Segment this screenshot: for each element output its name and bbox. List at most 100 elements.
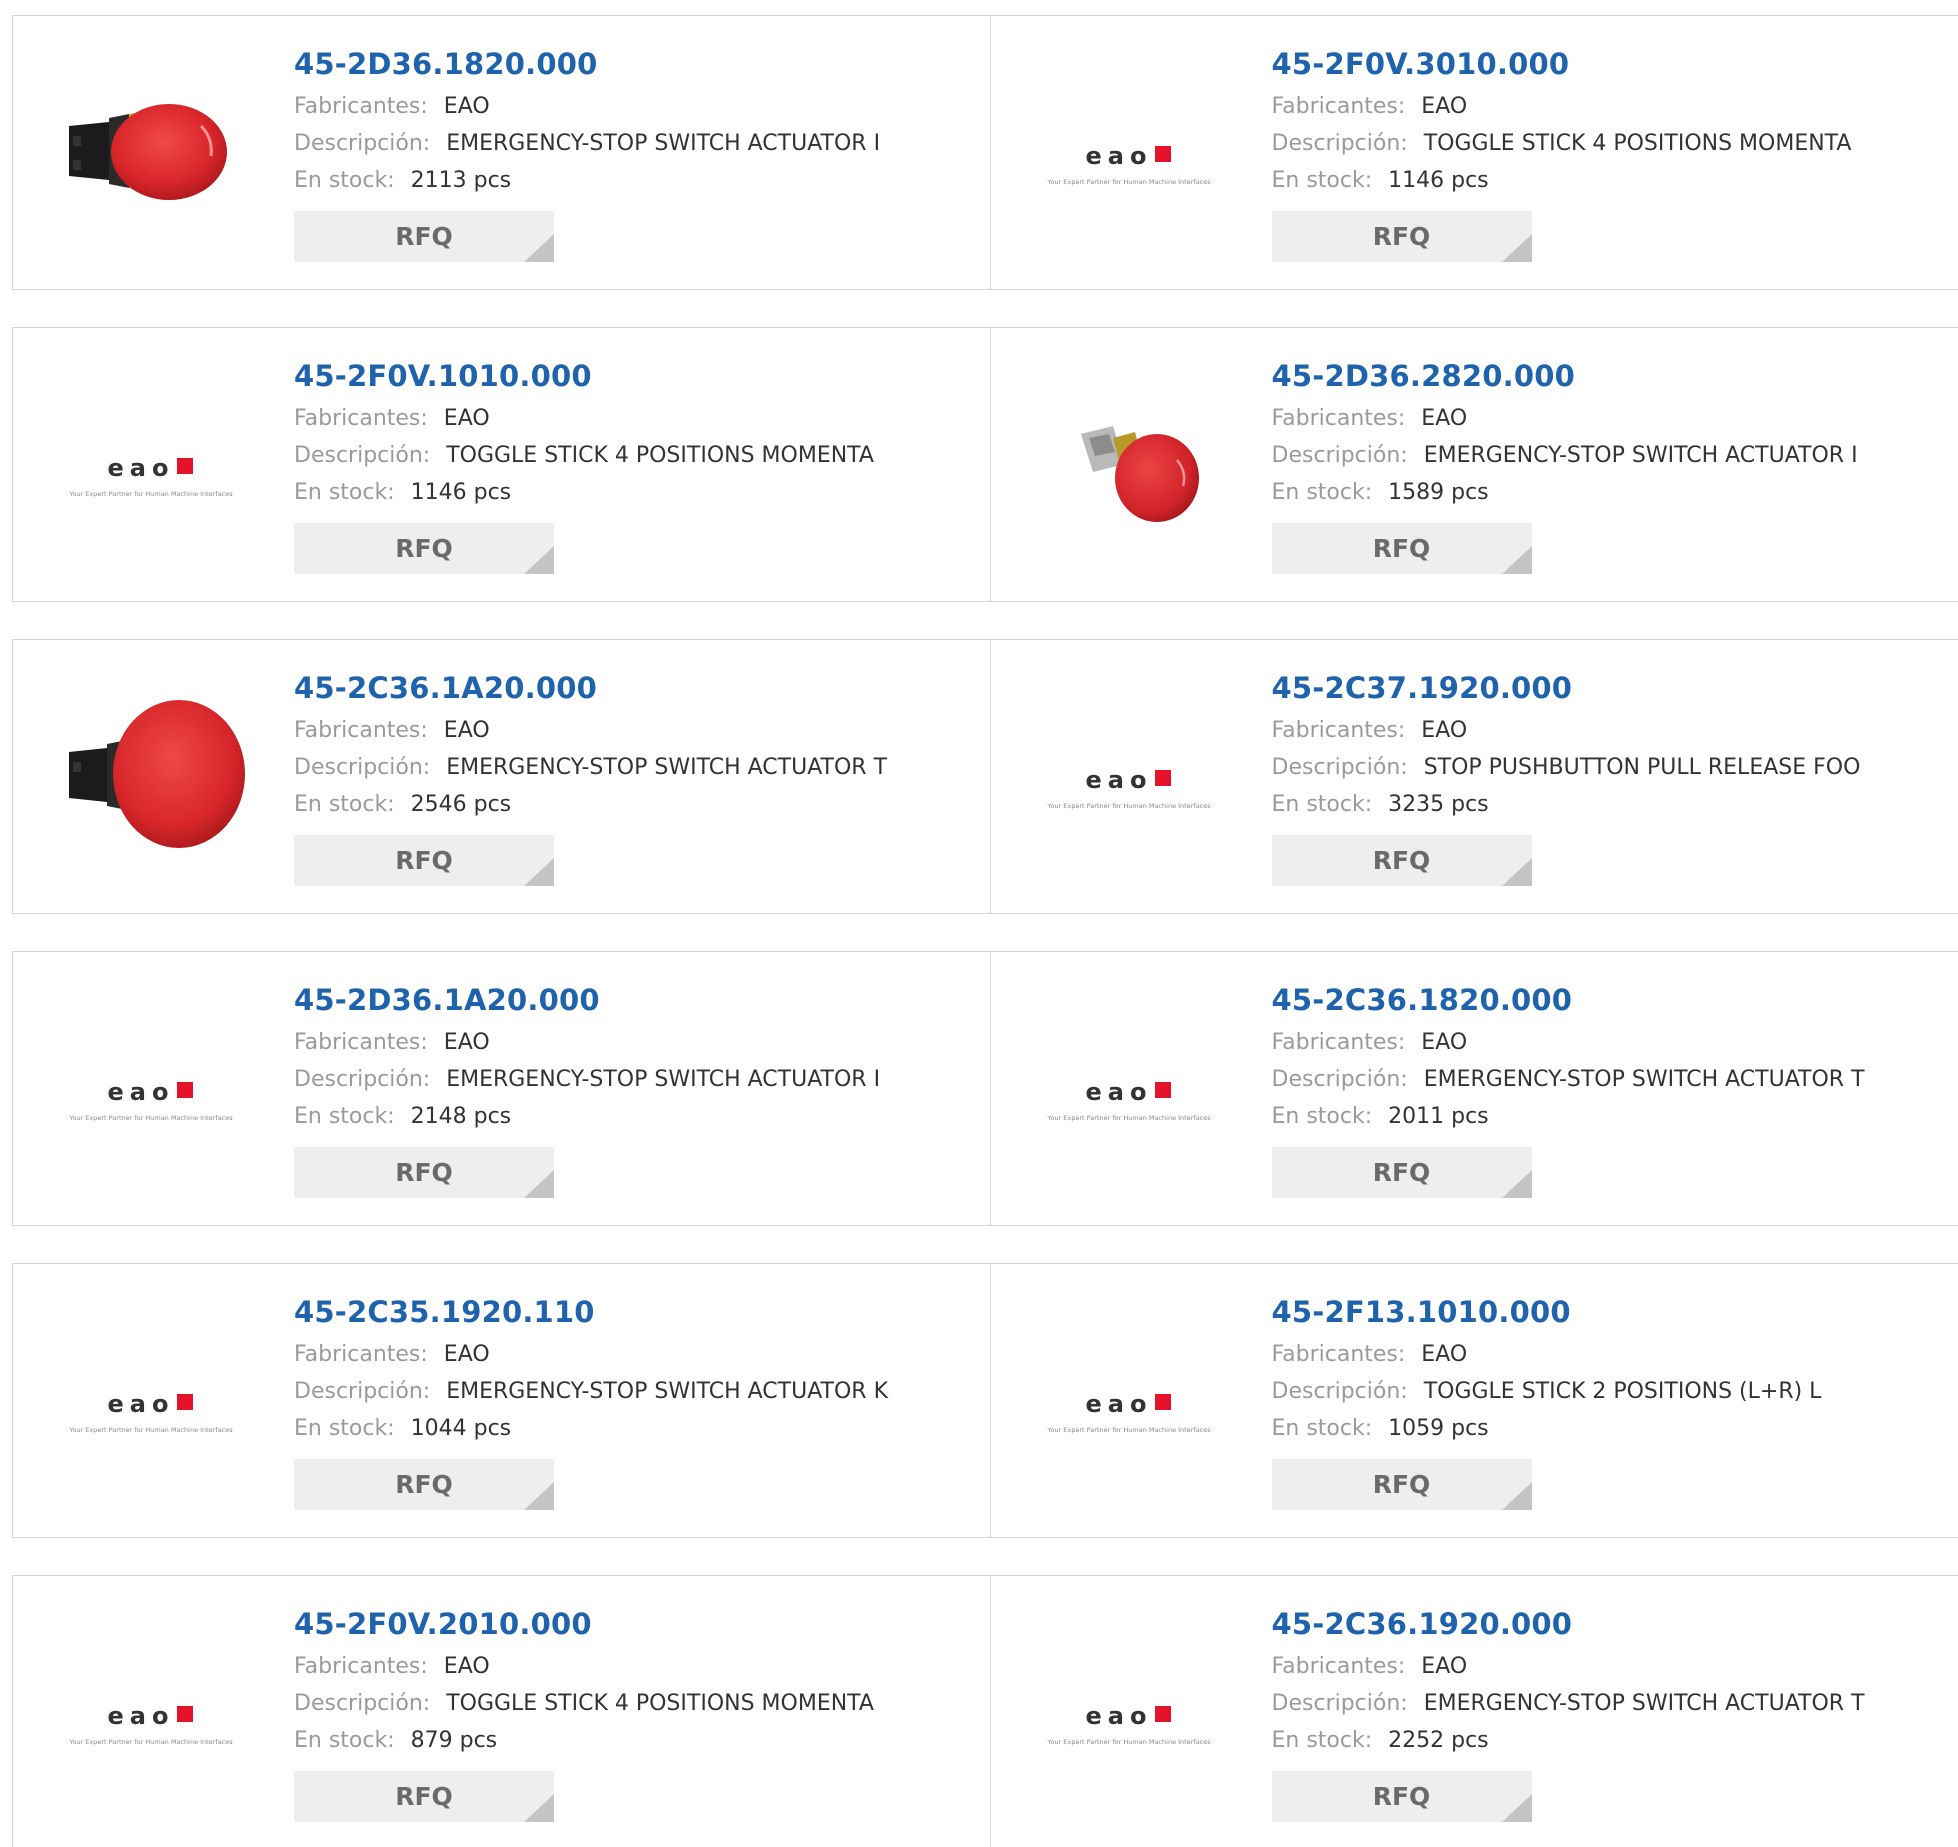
rfq-button[interactable]: RFQ bbox=[294, 835, 554, 886]
stock-value: 1044 pcs bbox=[411, 1416, 512, 1441]
rfq-button[interactable]: RFQ bbox=[1272, 1771, 1532, 1822]
part-number-link[interactable]: 45-2C36.1920.000 bbox=[1272, 1604, 1865, 1648]
manufacturer-row: Fabricantes:EAO bbox=[1272, 1336, 1822, 1373]
stock-label: En stock: bbox=[1272, 1104, 1373, 1129]
product-row: eao Your Expert Partner for Human Machin… bbox=[12, 1263, 1958, 1538]
rfq-corner-decoration bbox=[1502, 1794, 1532, 1822]
rfq-label: RFQ bbox=[1272, 523, 1532, 574]
description-row: Descripción:EMERGENCY-STOP SWITCH ACTUAT… bbox=[294, 749, 887, 786]
rfq-button[interactable]: RFQ bbox=[294, 523, 554, 574]
stock-label: En stock: bbox=[294, 1416, 395, 1441]
rfq-button[interactable]: RFQ bbox=[1272, 211, 1532, 262]
product-thumbnail[interactable]: eao Your Expert Partner for Human Machin… bbox=[1029, 680, 1229, 880]
manufacturer-label: Fabricantes: bbox=[294, 94, 428, 119]
rfq-button[interactable]: RFQ bbox=[294, 1459, 554, 1510]
part-number-link[interactable]: 45-2D36.2820.000 bbox=[1272, 356, 1858, 400]
stock-value: 2546 pcs bbox=[411, 792, 512, 817]
rfq-button[interactable]: RFQ bbox=[294, 211, 554, 262]
stock-value: 2011 pcs bbox=[1388, 1104, 1489, 1129]
logo-brand-text: eao bbox=[1085, 1078, 1152, 1106]
product-thumbnail[interactable] bbox=[51, 680, 251, 880]
manufacturer-value: EAO bbox=[444, 1342, 490, 1367]
rfq-button[interactable]: RFQ bbox=[294, 1147, 554, 1198]
description-label: Descripción: bbox=[294, 755, 430, 780]
stock-row: En stock:1059 pcs bbox=[1272, 1410, 1822, 1447]
manufacturer-label: Fabricantes: bbox=[1272, 1342, 1406, 1367]
stock-row: En stock:2148 pcs bbox=[294, 1098, 880, 1135]
stock-value: 2252 pcs bbox=[1388, 1728, 1489, 1753]
part-number-link[interactable]: 45-2C35.1920.110 bbox=[294, 1292, 888, 1336]
part-number-link[interactable]: 45-2C36.1820.000 bbox=[1272, 980, 1865, 1024]
manufacturer-row: Fabricantes:EAO bbox=[294, 1648, 874, 1685]
manufacturer-label: Fabricantes: bbox=[1272, 94, 1406, 119]
product-card-1: 45-2D36.1820.000 Fabricantes:EAO Descrip… bbox=[13, 16, 990, 289]
stock-label: En stock: bbox=[294, 792, 395, 817]
rfq-label: RFQ bbox=[1272, 211, 1532, 262]
stock-row: En stock:1589 pcs bbox=[1272, 474, 1858, 511]
eao-logo-icon: eao Your Expert Partner for Human Machin… bbox=[1029, 56, 1229, 256]
rfq-label: RFQ bbox=[294, 1147, 554, 1198]
description-row: Descripción:EMERGENCY-STOP SWITCH ACTUAT… bbox=[294, 1061, 880, 1098]
product-thumbnail[interactable]: eao Your Expert Partner for Human Machin… bbox=[1029, 1304, 1229, 1504]
rfq-label: RFQ bbox=[294, 835, 554, 886]
product-info: 45-2C36.1820.000 Fabricantes:EAO Descrip… bbox=[1272, 980, 1865, 1198]
product-thumbnail[interactable] bbox=[51, 56, 251, 256]
manufacturer-label: Fabricantes: bbox=[294, 1030, 428, 1055]
rfq-button[interactable]: RFQ bbox=[1272, 523, 1532, 574]
product-thumbnail[interactable]: eao Your Expert Partner for Human Machin… bbox=[51, 1616, 251, 1816]
description-label: Descripción: bbox=[1272, 443, 1408, 468]
rfq-corner-decoration bbox=[1502, 1482, 1532, 1510]
product-thumbnail[interactable]: eao Your Expert Partner for Human Machin… bbox=[1029, 1616, 1229, 1816]
product-thumbnail[interactable]: eao Your Expert Partner for Human Machin… bbox=[1029, 56, 1229, 256]
product-card-7: eao Your Expert Partner for Human Machin… bbox=[13, 952, 990, 1225]
part-number-link[interactable]: 45-2C36.1A20.000 bbox=[294, 668, 887, 712]
description-value: EMERGENCY-STOP SWITCH ACTUATOR T bbox=[1424, 1691, 1865, 1716]
rfq-button[interactable]: RFQ bbox=[294, 1771, 554, 1822]
manufacturer-value: EAO bbox=[1421, 94, 1467, 119]
logo-tagline: Your Expert Partner for Human Machine In… bbox=[1046, 178, 1211, 186]
rfq-button[interactable]: RFQ bbox=[1272, 1459, 1532, 1510]
part-number-link[interactable]: 45-2D36.1A20.000 bbox=[294, 980, 880, 1024]
rfq-label: RFQ bbox=[1272, 1459, 1532, 1510]
product-info: 45-2D36.2820.000 Fabricantes:EAO Descrip… bbox=[1272, 356, 1858, 574]
part-number-link[interactable]: 45-2F0V.2010.000 bbox=[294, 1604, 874, 1648]
product-info: 45-2F0V.3010.000 Fabricantes:EAO Descrip… bbox=[1272, 44, 1852, 262]
description-label: Descripción: bbox=[1272, 1379, 1408, 1404]
stock-label: En stock: bbox=[294, 1728, 395, 1753]
description-label: Descripción: bbox=[294, 1067, 430, 1092]
product-info: 45-2F13.1010.000 Fabricantes:EAO Descrip… bbox=[1272, 1292, 1822, 1510]
description-row: Descripción:TOGGLE STICK 4 POSITIONS MOM… bbox=[294, 437, 874, 474]
stock-value: 2113 pcs bbox=[411, 168, 512, 193]
logo-square bbox=[1155, 1394, 1171, 1410]
stock-row: En stock: 2011 pcs bbox=[1272, 1098, 1865, 1135]
stock-row: En stock:3235 pcs bbox=[1272, 786, 1861, 823]
logo-square bbox=[177, 1394, 193, 1410]
description-label: Descripción: bbox=[294, 1691, 430, 1716]
description-row: Descripción:STOP PUSHBUTTON PULL RELEASE… bbox=[1272, 749, 1861, 786]
part-number-link[interactable]: 45-2F13.1010.000 bbox=[1272, 1292, 1822, 1336]
rfq-corner-decoration bbox=[1502, 858, 1532, 886]
stock-label: En stock: bbox=[1272, 1416, 1373, 1441]
part-number-link[interactable]: 45-2D36.1820.000 bbox=[294, 44, 880, 88]
rfq-button[interactable]: RFQ bbox=[1272, 835, 1532, 886]
description-value: STOP PUSHBUTTON PULL RELEASE FOO bbox=[1424, 755, 1861, 780]
part-number-link[interactable]: 45-2F0V.3010.000 bbox=[1272, 44, 1852, 88]
product-thumbnail[interactable]: eao Your Expert Partner for Human Machin… bbox=[51, 368, 251, 568]
product-grid: 45-2D36.1820.000 Fabricantes:EAO Descrip… bbox=[12, 15, 1958, 1847]
product-thumbnail[interactable]: eao Your Expert Partner for Human Machin… bbox=[1029, 992, 1229, 1192]
description-value: EMERGENCY-STOP SWITCH ACTUATOR I bbox=[1424, 443, 1858, 468]
stock-row: En stock:879 pcs bbox=[294, 1722, 874, 1759]
stock-label: En stock: bbox=[294, 1104, 395, 1129]
product-thumbnail[interactable]: eao Your Expert Partner for Human Machin… bbox=[51, 992, 251, 1192]
part-number-link[interactable]: 45-2F0V.1010.000 bbox=[294, 356, 874, 400]
product-thumbnail[interactable] bbox=[1029, 368, 1229, 568]
emergency-stop-button-icon bbox=[51, 56, 251, 256]
product-thumbnail[interactable]: eao Your Expert Partner for Human Machin… bbox=[51, 1304, 251, 1504]
manufacturer-row: Fabricantes:EAO bbox=[1272, 1024, 1865, 1061]
product-card-2: eao Your Expert Partner for Human Machin… bbox=[990, 16, 1958, 289]
product-row: eao Your Expert Partner for Human Machin… bbox=[12, 951, 1958, 1226]
part-number-link[interactable]: 45-2C37.1920.000 bbox=[1272, 668, 1861, 712]
product-row: 45-2D36.1820.000 Fabricantes:EAO Descrip… bbox=[12, 15, 1958, 290]
product-info: 45-2C37.1920.000 Fabricantes:EAO Descrip… bbox=[1272, 668, 1861, 886]
rfq-button[interactable]: RFQ bbox=[1272, 1147, 1532, 1198]
